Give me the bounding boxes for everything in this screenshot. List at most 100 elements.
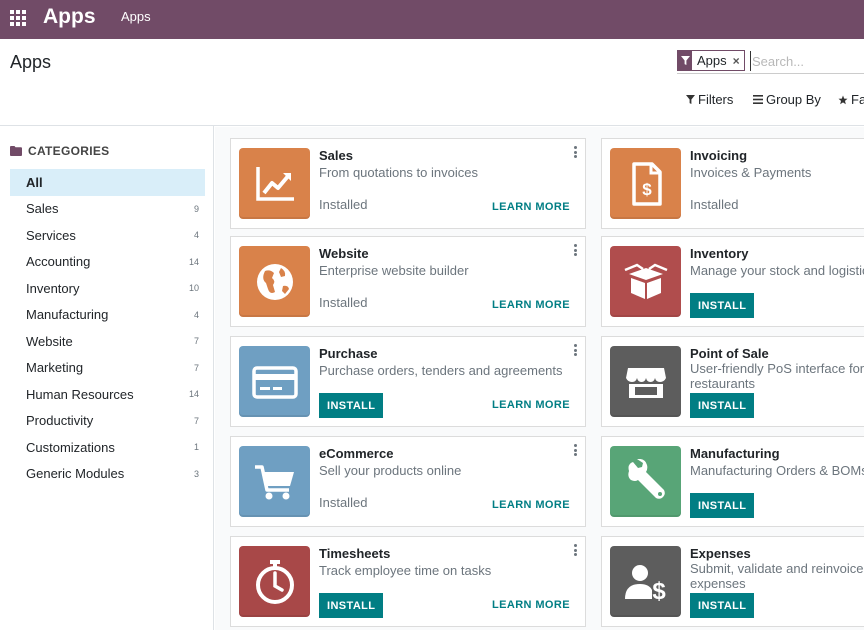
app-description: Purchase orders, tenders and agreements xyxy=(319,363,563,378)
kebab-menu-icon[interactable] xyxy=(572,146,578,158)
app-description: Invoices & Payments xyxy=(690,165,812,180)
groupby-label: Group By xyxy=(766,92,821,107)
apps-kanban: Sales From quotations to invoices Instal… xyxy=(215,127,864,630)
search-facet[interactable]: Apps × xyxy=(677,50,745,71)
install-button[interactable]: INSTALL xyxy=(690,393,755,418)
app-description: Track employee time on tasks xyxy=(319,563,492,578)
favorites-button[interactable]: Fa xyxy=(838,92,864,107)
category-count: 7 xyxy=(193,336,199,347)
wrench-icon xyxy=(610,446,681,517)
install-button[interactable]: INSTALL xyxy=(690,293,755,318)
category-label: Marketing xyxy=(26,360,84,376)
learn-more-link[interactable]: LEARN MORE xyxy=(492,399,570,411)
category-item-manufacturing[interactable]: Manufacturing 4 xyxy=(10,302,205,329)
category-count: 7 xyxy=(193,362,199,373)
app-status: Installed xyxy=(319,197,368,212)
app-name: Manufacturing xyxy=(690,446,780,461)
star-icon xyxy=(838,95,848,104)
app-description: Enterprise website builder xyxy=(319,263,469,278)
learn-more-link[interactable]: LEARN MORE xyxy=(492,299,570,311)
search-box: Apps × xyxy=(677,50,864,74)
learn-more-link[interactable]: LEARN MORE xyxy=(492,599,570,611)
install-button[interactable]: INSTALL xyxy=(690,493,755,518)
app-description: Manufacturing Orders & BOMs xyxy=(690,463,864,478)
app-card-ecommerce[interactable]: eCommerce Sell your products online Inst… xyxy=(230,436,586,527)
app-description: User-friendly PoS interface for shops an… xyxy=(690,361,864,391)
category-item-inventory[interactable]: Inventory 10 xyxy=(10,275,205,302)
list-icon xyxy=(753,95,763,104)
kebab-menu-icon[interactable] xyxy=(572,444,578,456)
category-label: Productivity xyxy=(26,413,94,429)
app-card-purchase[interactable]: Purchase Purchase orders, tenders and ag… xyxy=(230,336,586,427)
kebab-menu-icon[interactable] xyxy=(572,344,578,356)
app-description: From quotations to invoices xyxy=(319,165,478,180)
app-status: Installed xyxy=(690,197,739,212)
app-menu-grid-icon[interactable] xyxy=(10,10,28,28)
category-count: 4 xyxy=(193,230,199,241)
category-label: All xyxy=(26,174,43,190)
category-item-accounting[interactable]: Accounting 14 xyxy=(10,249,205,276)
nav-menu-apps[interactable]: Apps xyxy=(121,9,151,24)
app-name: Sales xyxy=(319,148,353,163)
app-card-manufacturing[interactable]: Manufacturing Manufacturing Orders & BOM… xyxy=(601,436,864,527)
category-count: 1 xyxy=(193,442,199,453)
install-button[interactable]: INSTALL xyxy=(319,593,384,618)
category-item-all[interactable]: All xyxy=(10,169,205,196)
category-item-human-resources[interactable]: Human Resources 14 xyxy=(10,381,205,408)
category-count: 9 xyxy=(193,203,199,214)
app-card-point-of-sale[interactable]: Point of Sale User-friendly PoS interfac… xyxy=(601,336,864,427)
shop-icon xyxy=(610,346,681,417)
favorites-label: Fa xyxy=(851,92,864,107)
search-input[interactable] xyxy=(750,51,864,71)
app-name: Purchase xyxy=(319,346,378,361)
category-label: Human Resources xyxy=(26,386,134,402)
svg-text:$: $ xyxy=(652,578,666,605)
category-item-marketing[interactable]: Marketing 7 xyxy=(10,355,205,382)
groupby-button[interactable]: Group By xyxy=(753,92,821,107)
cart-icon xyxy=(239,446,310,517)
top-navbar: Apps Apps xyxy=(0,0,864,39)
category-item-website[interactable]: Website 7 xyxy=(10,328,205,355)
credit-card-icon xyxy=(239,346,310,417)
box-icon xyxy=(610,246,681,317)
category-label: Accounting xyxy=(26,254,91,270)
filter-icon xyxy=(686,95,695,104)
app-card-inventory[interactable]: Inventory Manage your stock and logistic… xyxy=(601,236,864,327)
app-card-sales[interactable]: Sales From quotations to invoices Instal… xyxy=(230,138,586,229)
kebab-menu-icon[interactable] xyxy=(572,544,578,556)
filters-button[interactable]: Filters xyxy=(686,92,733,107)
category-item-generic-modules[interactable]: Generic Modules 3 xyxy=(10,461,205,488)
category-item-productivity[interactable]: Productivity 7 xyxy=(10,408,205,435)
category-count: 4 xyxy=(193,309,199,320)
facet-remove-icon[interactable]: × xyxy=(733,54,744,68)
app-card-expenses[interactable]: $ Expenses Submit, validate and reinvoic… xyxy=(601,536,864,627)
chart-up-icon xyxy=(239,148,310,219)
category-count: 3 xyxy=(193,468,199,479)
app-description: Submit, validate and reinvoice employee … xyxy=(690,561,864,591)
install-button[interactable]: INSTALL xyxy=(319,393,384,418)
invoice-dollar-icon: $ xyxy=(610,148,681,219)
category-item-customizations[interactable]: Customizations 1 xyxy=(10,434,205,461)
page-title: Apps xyxy=(10,52,52,72)
category-label: Inventory xyxy=(26,280,80,296)
app-card-invoicing[interactable]: $ Invoicing Invoices & Payments Installe… xyxy=(601,138,864,229)
learn-more-link[interactable]: LEARN MORE xyxy=(492,201,570,213)
brand-title[interactable]: Apps xyxy=(43,5,96,29)
category-count: 14 xyxy=(188,256,199,267)
facet-label: Apps xyxy=(697,53,727,68)
category-label: Sales xyxy=(26,201,59,217)
person-dollar-icon: $ xyxy=(610,546,681,617)
category-count: 10 xyxy=(188,283,199,294)
app-card-timesheets[interactable]: Timesheets Track employee time on tasks … xyxy=(230,536,586,627)
install-button[interactable]: INSTALL xyxy=(690,593,755,618)
category-item-services[interactable]: Services 4 xyxy=(10,222,205,249)
categories-header: CATEGORIES xyxy=(10,144,109,158)
app-name: Point of Sale xyxy=(690,346,769,361)
kebab-menu-icon[interactable] xyxy=(572,244,578,256)
app-card-website[interactable]: Website Enterprise website builder Insta… xyxy=(230,236,586,327)
app-name: Invoicing xyxy=(690,148,748,163)
category-item-sales[interactable]: Sales 9 xyxy=(10,196,205,223)
svg-text:$: $ xyxy=(642,180,652,199)
category-list: All Sales 9 Services 4 Accounting 14 Invent… xyxy=(10,169,205,487)
learn-more-link[interactable]: LEARN MORE xyxy=(492,499,570,511)
